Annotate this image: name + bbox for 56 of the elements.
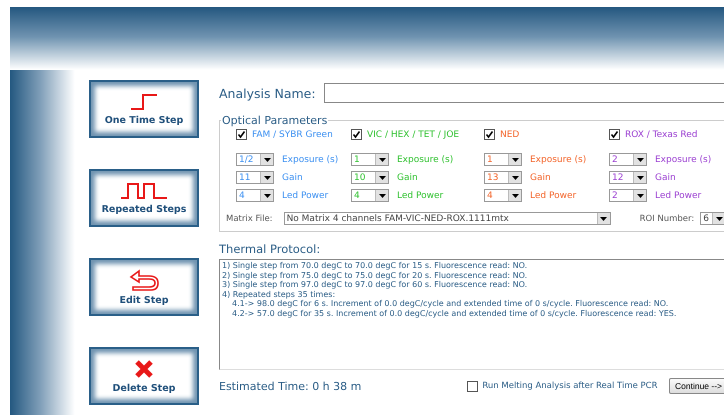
group-title: Optical Parameters [221,114,328,127]
protocol-line: 1) Single step from 70.0 degC to 70.0 degC for 15 s. Fluorescence read: NO. [222,261,528,270]
parameter-label: Exposure (s) [655,154,712,164]
parameter-label: Gain [282,172,303,182]
channel-name: FAM / SYBR Green [252,130,333,140]
dropdown[interactable]: 13 [484,171,522,184]
matrix-file-label: Matrix File: [226,214,273,224]
protocol-line: 2) Single step from 75.0 degC to 75.0 degC for 20 s. Fluorescence read: NO. [222,270,528,280]
continue-button[interactable]: Continue --> [668,378,724,394]
protocol-line: 4.1-> 98.0 degC for 6 s. Increment of 0.0 degC/cycle and extended time of 0 s/cycle. Fluorescence read: NO. [231,299,670,308]
estimated-time: Estimated Time: 0 h 38 m [219,380,362,392]
dropdown[interactable]: 4 [484,189,522,202]
thermal-protocol-label: Thermal Protocol: [219,242,322,256]
parameter-label: Led Power [655,190,702,200]
step-button[interactable]: Repeated Steps [89,169,199,227]
parameter-label: Exposure (s) [397,154,454,164]
checkbox[interactable] [609,129,620,140]
roi-number-label: ROI Number: [640,214,694,224]
channel-name: VIC / HEX / TET / JOE [367,130,460,140]
roi-number-dropdown[interactable]: 6 [700,212,724,225]
parameter-label: Gain [397,172,418,182]
curved-arrow-icon [129,268,159,290]
channel-name: ROX / Texas Red [625,130,698,140]
dropdown[interactable]: 2 [609,153,647,166]
parameter-label: Gain [530,172,551,182]
checkbox[interactable] [467,380,478,392]
dropdown[interactable]: 1 [484,153,522,166]
parameter-label: Led Power [530,190,576,200]
square-wave-icon [120,182,168,200]
protocol-line: 3) Single step from 97.0 degC to 97.0 degC for 60 s. Fluorescence read: NO. [222,280,528,290]
parameter-label: Exposure (s) [282,154,338,164]
protocol-line: 4) Repeated steps 35 times: [222,290,336,299]
analysis-name-label: Analysis Name: [219,86,316,100]
checkbox[interactable] [351,129,362,140]
channel-name: NED [500,130,520,140]
protocol-text-area[interactable] [219,259,724,370]
parameter-label: Exposure (s) [530,154,586,164]
parameter-label: Led Power [397,190,444,200]
dropdown[interactable]: 11 [236,171,274,184]
dropdown[interactable]: 4 [236,189,274,202]
matrix-file-dropdown[interactable]: No Matrix 4 channels FAM-VIC-NED-ROX.1111mtx [284,212,611,225]
step-button[interactable]: Edit Step [89,258,199,316]
checkbox[interactable] [484,129,495,140]
parameter-label: Led Power [282,190,328,200]
dropdown[interactable]: 2 [609,189,647,202]
step-button[interactable]: One Time Step [89,80,199,138]
dropdown[interactable]: 1/2 [236,153,274,166]
delete-icon [134,358,154,378]
checkbox[interactable] [236,129,247,140]
parameter-label: Gain [655,172,676,182]
step-button[interactable]: Delete Step [89,347,199,405]
dropdown[interactable]: 12 [609,171,647,184]
melting-analysis-label: Run Melting Analysis after Real Time PCR [482,381,658,391]
step-icon [130,92,158,110]
protocol-line: 4.2-> 57.0 degC for 35 s. Increment of 0.0 degC/cycle and extended time of 0 s/cycle. Fluorescence read: YES. [231,308,678,318]
analysis-name-field[interactable] [324,83,724,103]
